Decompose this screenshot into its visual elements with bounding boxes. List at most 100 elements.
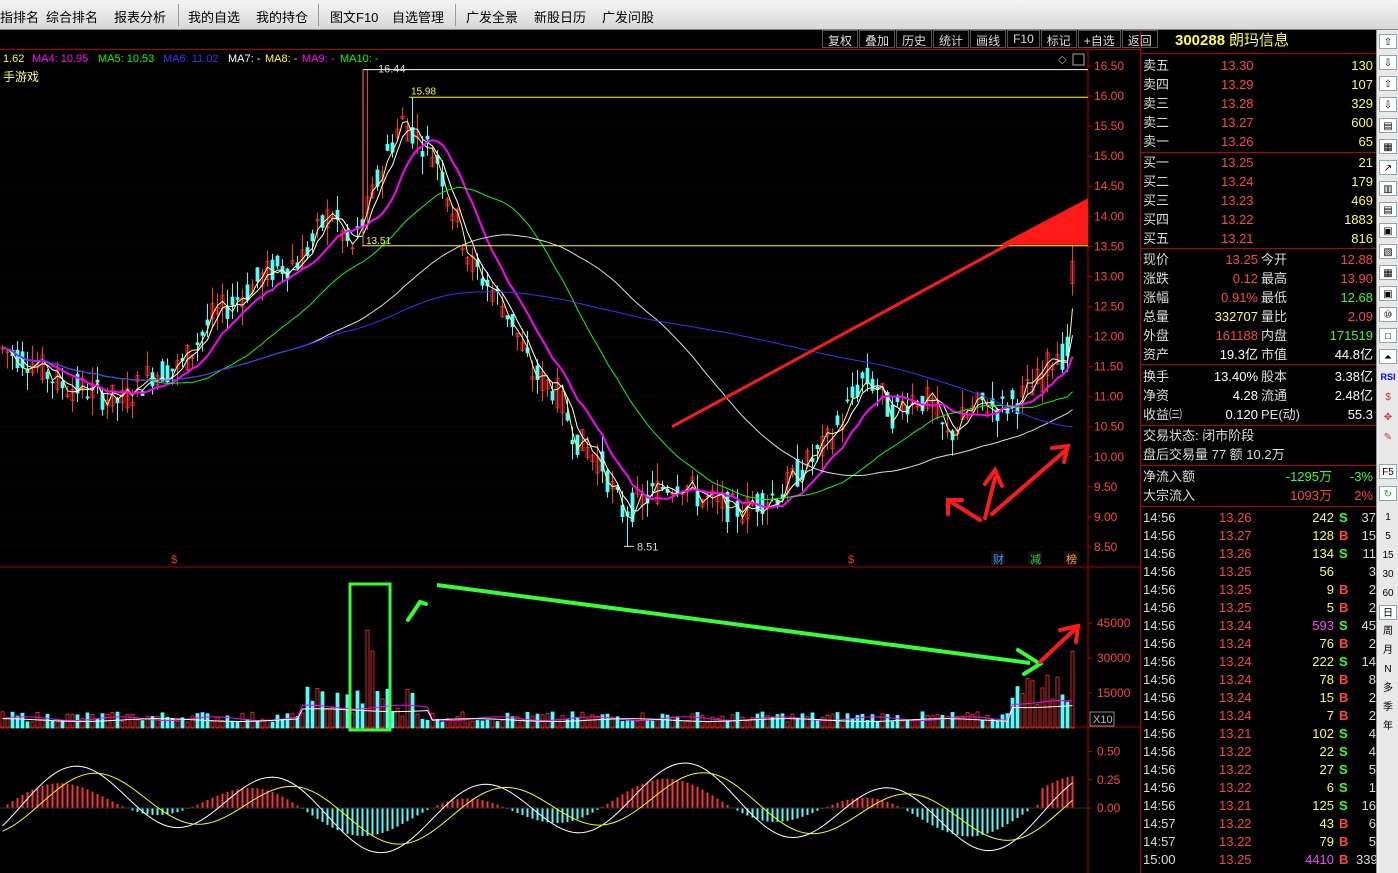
chart-tool-button-4[interactable]: 画线 — [970, 30, 1007, 48]
chart-tool-button-3[interactable]: 统计 — [933, 30, 970, 48]
tick-side: S — [1339, 726, 1348, 741]
period-button[interactable]: 月 — [1379, 643, 1397, 658]
period-button[interactable]: 季 — [1379, 700, 1397, 715]
event-mark[interactable]: 财 — [993, 552, 1004, 566]
period-button[interactable]: 1 — [1379, 510, 1397, 525]
volume-bar — [480, 720, 485, 729]
sell-level-price[interactable]: 13.28 — [1221, 95, 1254, 113]
kline-icon[interactable]: ⏶ — [1379, 349, 1397, 364]
candle-icon[interactable]: ▥ — [1379, 181, 1397, 196]
period-button[interactable]: 多 — [1379, 681, 1397, 696]
refresh-icon[interactable]: ↻ — [1379, 486, 1397, 501]
buy-level-price[interactable]: 13.23 — [1221, 192, 1254, 210]
buy-level-label: 买三 — [1143, 193, 1170, 208]
topbar-item-2[interactable]: 报表分析 — [114, 7, 166, 26]
flow-amount: 1093万 — [1290, 488, 1332, 503]
bookmark-icon[interactable]: ▧ — [1379, 244, 1397, 259]
sell-level-price[interactable]: 13.27 — [1221, 114, 1254, 132]
chart-tool-button-0[interactable]: 复权 — [822, 30, 859, 48]
volume-bar — [850, 718, 855, 729]
stat-label: 收益㈢ — [1143, 407, 1183, 422]
tick-volume: 56 — [1319, 564, 1334, 579]
period-button[interactable]: 日 — [1379, 605, 1397, 620]
pencil-icon[interactable]: ✎ — [1379, 430, 1397, 445]
tick-count: 2 — [1368, 636, 1376, 651]
list-icon[interactable]: ▤ — [1379, 118, 1397, 133]
topbar-item-1[interactable]: 综合排名 — [46, 7, 98, 26]
topbar-divider — [455, 4, 456, 26]
event-mark[interactable]: 减 — [1030, 553, 1041, 566]
period-button[interactable]: 5 — [1379, 529, 1397, 544]
chart-tool-button-2[interactable]: 历史 — [896, 30, 933, 48]
dollar-icon[interactable]: $ — [1379, 390, 1397, 405]
tick-volume: 76 — [1319, 636, 1334, 651]
stat-value: 13.40% — [1213, 369, 1258, 384]
stat-label: 内盘 — [1261, 328, 1288, 343]
tick-side: S — [1339, 510, 1348, 525]
stat-label: 资产 — [1143, 347, 1170, 362]
tick-time: 14:56 — [1143, 690, 1176, 705]
tick-price: 13.24 — [1219, 654, 1252, 669]
tick-volume: 102 — [1312, 726, 1334, 741]
price-axis-label: 10.00 — [1094, 450, 1124, 464]
chart-tool-button-1[interactable]: 叠加 — [859, 30, 896, 48]
down-icon[interactable]: ⇩ — [1379, 97, 1397, 112]
topbar-item-5[interactable]: 图文F10 — [330, 7, 378, 26]
topbar-item-9[interactable]: 广发问股 — [602, 7, 654, 26]
candle-body — [760, 493, 765, 514]
volume-bar — [10, 711, 15, 729]
event-mark[interactable]: $ — [171, 554, 177, 566]
grid-icon[interactable]: ▦ — [1379, 139, 1397, 154]
event-mark[interactable]: 榜 — [1066, 552, 1077, 566]
candle-body — [845, 399, 850, 402]
period-button[interactable]: N — [1379, 662, 1397, 677]
tick-count: 11 — [1362, 546, 1377, 561]
f10-icon[interactable]: ▣ — [1379, 223, 1397, 238]
topbar-item-8[interactable]: 新股日历 — [534, 7, 586, 26]
volume-bar — [170, 717, 175, 729]
f12-icon[interactable]: ▣ — [1379, 286, 1397, 301]
f10b-icon[interactable]: ⑩ — [1379, 307, 1397, 322]
period-button[interactable]: 年 — [1379, 719, 1397, 734]
flag-icon[interactable]: ▦ — [1379, 265, 1397, 280]
arrow-up-icon[interactable]: ⇧ — [1379, 34, 1397, 49]
buy-level-price[interactable]: 13.22 — [1221, 211, 1254, 229]
tool-f5[interactable]: F5 — [1379, 464, 1397, 479]
tick-price: 13.22 — [1219, 762, 1252, 777]
stat-value: 12.68 — [1340, 290, 1373, 305]
period-button[interactable]: 周 — [1379, 624, 1397, 639]
event-mark[interactable]: $ — [848, 554, 854, 566]
period-button[interactable]: 15 — [1379, 548, 1397, 563]
move-icon[interactable]: ✥ — [1379, 410, 1397, 425]
buy-level-price[interactable]: 13.25 — [1221, 154, 1254, 172]
period-button[interactable]: 30 — [1379, 567, 1397, 582]
diamond-icon[interactable]: ◇ — [1058, 54, 1067, 66]
topbar-item-4[interactable]: 我的持仓 — [256, 7, 308, 26]
sell-level-price[interactable]: 13.29 — [1221, 76, 1254, 94]
chart-icon[interactable]: ↗ — [1379, 160, 1397, 175]
tick-volume: 27 — [1319, 762, 1334, 777]
sell-level-price[interactable]: 13.30 — [1221, 57, 1254, 75]
sell-level-price[interactable]: 13.26 — [1221, 133, 1254, 151]
chart-tool-button-7[interactable]: +自选 — [1077, 30, 1121, 48]
chart-tool-button-5[interactable]: F10 — [1007, 30, 1040, 48]
chart-tool-button-6[interactable]: 标记 — [1040, 30, 1077, 48]
arrow-down-icon[interactable]: ⇩ — [1379, 55, 1397, 70]
topbar-divider — [318, 4, 319, 26]
buy-level-price[interactable]: 13.24 — [1221, 173, 1254, 191]
period-button[interactable]: 60 — [1379, 586, 1397, 601]
topbar-item-0[interactable]: 指排名 — [0, 7, 39, 26]
tick-count: 1 — [1368, 780, 1376, 795]
buy-level-price[interactable]: 13.21 — [1221, 230, 1254, 248]
table-icon[interactable]: ▤ — [1379, 202, 1397, 217]
blank-icon[interactable]: □ — [1379, 328, 1397, 343]
topbar-item-7[interactable]: 广发全景 — [466, 7, 518, 26]
macd-axis-label: 0.00 — [1097, 801, 1121, 815]
up-icon[interactable]: ⇧ — [1379, 76, 1397, 91]
candle-body — [275, 255, 280, 267]
tick-volume: 125 — [1312, 798, 1334, 813]
topbar-item-6[interactable]: 自选管理 — [392, 7, 444, 26]
tool-rsi[interactable]: RSI — [1379, 370, 1397, 385]
topbar-item-3[interactable]: 我的自选 — [188, 7, 240, 26]
right-icon-bar: ⇧ ⇩ ⇧ ⇩ ▤ ▦ ↗ ▥ ▤ ▣ ▧ ▦ ▣ ⑩ □ ⏶ RSI $ ✥ ✎ F5 ↻ 1 5 15 30 60 日周月 N 多季年 — [1376, 30, 1398, 873]
